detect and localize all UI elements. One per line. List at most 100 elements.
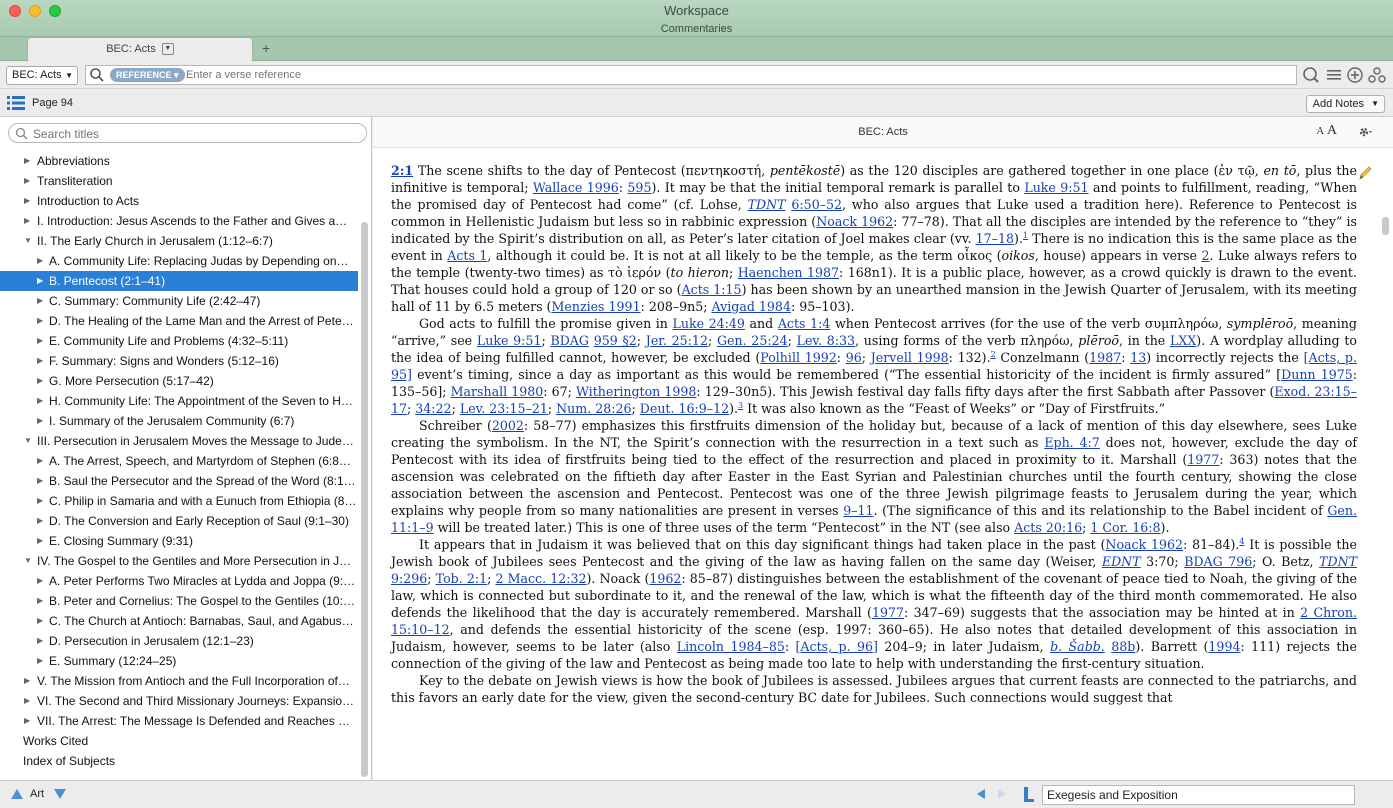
- toc-item[interactable]: Index of Subjects: [0, 751, 358, 771]
- content-scrollbar[interactable]: [1382, 217, 1389, 235]
- disclosure-closed-icon[interactable]: ▶: [37, 611, 47, 631]
- add-notes-button[interactable]: Add Notes ▼: [1305, 95, 1385, 113]
- toc-item[interactable]: ▶ I. Introduction: Jesus Ascends to the F…: [0, 211, 358, 231]
- toc-item[interactable]: ▼ III. Persecution in Jerusalem Moves the…: [0, 431, 358, 451]
- toc-item[interactable]: ▶ E. Community Life and Problems (4:32–5:…: [0, 331, 358, 351]
- reference-link[interactable]: Luke 9:51: [1024, 180, 1088, 195]
- disclosure-closed-icon[interactable]: ▶: [37, 591, 47, 611]
- back-arrow-icon[interactable]: [975, 788, 987, 800]
- reference-link[interactable]: BDAG 796: [1184, 554, 1252, 569]
- title-search-input[interactable]: [33, 126, 353, 141]
- list-icon[interactable]: [1325, 66, 1343, 84]
- disclosure-closed-icon[interactable]: ▶: [37, 331, 47, 351]
- reference-link[interactable]: Witherington 1998: [576, 384, 696, 399]
- reference-link[interactable]: Noack 1962: [1105, 537, 1183, 552]
- reference-link[interactable]: Gen. 25:24: [717, 333, 788, 348]
- font-size-control[interactable]: A A: [1316, 123, 1337, 139]
- toc-item[interactable]: ▶ C. Philip in Samaria and with a Eunuch …: [0, 491, 358, 511]
- reference-link[interactable]: Haenchen 1987: [738, 265, 839, 280]
- reference-link[interactable]: 34:22: [415, 401, 451, 416]
- toc-item[interactable]: ▶ A. The Arrest, Speech, and Martyrdom of…: [0, 451, 358, 471]
- reference-link[interactable]: Lincoln 1984–85: [677, 639, 785, 654]
- reference-link[interactable]: 2 Macc. 12:32: [495, 571, 586, 586]
- reference-search-field[interactable]: REFERENCE ▾: [85, 65, 1297, 85]
- reference-link[interactable]: 96: [846, 350, 862, 365]
- disclosure-closed-icon[interactable]: ▶: [24, 171, 34, 191]
- toc-item[interactable]: ▶ B. Pentecost (2:1–41): [0, 271, 358, 291]
- reference-input[interactable]: [186, 67, 1286, 83]
- disclosure-open-icon[interactable]: ▼: [24, 551, 34, 571]
- triangle-up-icon[interactable]: [10, 788, 24, 800]
- disclosure-closed-icon[interactable]: ▶: [37, 571, 47, 591]
- search-icon[interactable]: [89, 67, 105, 83]
- disclosure-closed-icon[interactable]: ▶: [24, 151, 34, 171]
- reference-link[interactable]: Marshall 1980: [451, 384, 544, 399]
- disclosure-closed-icon[interactable]: ▶: [37, 411, 47, 431]
- toc-item[interactable]: ▶ A. Peter Performs Two Miracles at Lydda…: [0, 571, 358, 591]
- section-navigation-field[interactable]: Exegesis and Exposition: [1042, 785, 1355, 805]
- toc-item[interactable]: ▶ B. Saul the Persecutor and the Spread o…: [0, 471, 358, 491]
- reference-link[interactable]: [Acts, p. 96]: [796, 639, 878, 654]
- toc-item[interactable]: ▶ C. The Church at Antioch: Barnabas, Sau…: [0, 611, 358, 631]
- disclosure-closed-icon[interactable]: ▶: [37, 471, 47, 491]
- font-smaller-button[interactable]: A: [1316, 125, 1324, 137]
- verse-reference-link[interactable]: 2:1: [391, 163, 413, 178]
- reference-link[interactable]: Acts 1:4: [778, 316, 831, 331]
- reference-link[interactable]: b. Šabb.: [1050, 639, 1105, 654]
- toc-item[interactable]: ▶ G. More Persecution (5:17–42): [0, 371, 358, 391]
- reference-link[interactable]: 1962: [649, 571, 681, 586]
- reference-link[interactable]: Luke 9:51: [477, 333, 542, 348]
- reference-link[interactable]: Jervell 1998: [871, 350, 949, 365]
- reference-type-pill[interactable]: REFERENCE ▾: [110, 68, 185, 82]
- reference-link[interactable]: 9:296: [391, 571, 427, 586]
- reference-link[interactable]: Acts 20:16: [1014, 520, 1082, 535]
- reference-link[interactable]: Dunn 1975: [1281, 367, 1353, 382]
- reference-link[interactable]: 2002: [492, 418, 524, 433]
- disclosure-closed-icon[interactable]: ▶: [24, 211, 34, 231]
- reference-link[interactable]: EDNT: [1102, 554, 1141, 569]
- toc-item[interactable]: ▶ VI. The Second and Third Missionary Jou…: [0, 691, 358, 711]
- toc-item[interactable]: ▶ H. Community Life: The Appointment of t…: [0, 391, 358, 411]
- toc-item[interactable]: ▶ VII. The Arrest: The Message Is Defende…: [0, 711, 358, 731]
- disclosure-open-icon[interactable]: ▼: [24, 431, 34, 451]
- reference-link[interactable]: 17–18: [976, 231, 1014, 246]
- disclosure-closed-icon[interactable]: ▶: [24, 671, 34, 691]
- toc-item[interactable]: ▶ A. Community Life: Replacing Judas by D…: [0, 251, 358, 271]
- disclosure-closed-icon[interactable]: ▶: [37, 651, 47, 671]
- toc-item[interactable]: ▶ Transliteration: [0, 171, 358, 191]
- disclosure-closed-icon[interactable]: ▶: [37, 491, 47, 511]
- toc-item[interactable]: ▶ B. Peter and Cornelius: The Gospel to t…: [0, 591, 358, 611]
- table-of-contents-icon[interactable]: [7, 96, 25, 110]
- reference-link[interactable]: 1 Cor. 16:8: [1090, 520, 1160, 535]
- pencil-icon[interactable]: [1357, 165, 1373, 181]
- disclosure-closed-icon[interactable]: ▶: [37, 311, 47, 331]
- reference-link[interactable]: 1977: [872, 605, 904, 620]
- disclosure-closed-icon[interactable]: ▶: [37, 631, 47, 651]
- disclosure-closed-icon[interactable]: ▶: [24, 191, 34, 211]
- resource-select[interactable]: BEC: Acts ▼: [6, 66, 78, 85]
- toc-item[interactable]: ▶ Abbreviations: [0, 151, 358, 171]
- reference-link[interactable]: Jer. 25:12: [646, 333, 708, 348]
- reference-link[interactable]: 1994: [1208, 639, 1240, 654]
- toc-item[interactable]: ▶ E. Closing Summary (9:31): [0, 531, 358, 551]
- reference-link[interactable]: Polhill 1992: [760, 350, 837, 365]
- reference-link[interactable]: Eph. 4:7: [1044, 435, 1099, 450]
- reference-link[interactable]: Tob. 2:1: [436, 571, 487, 586]
- reference-link[interactable]: Luke 24:49: [673, 316, 745, 331]
- sidebar-scrollbar[interactable]: [361, 222, 368, 777]
- add-icon[interactable]: [1346, 66, 1364, 84]
- toc-item[interactable]: ▶ E. Summary (12:24–25): [0, 651, 358, 671]
- disclosure-closed-icon[interactable]: ▶: [24, 711, 34, 731]
- toc-item[interactable]: ▶ D. Persecution in Jerusalem (12:1–23): [0, 631, 358, 651]
- tab-bec-acts[interactable]: BEC: Acts ▼: [27, 37, 253, 61]
- toc-item[interactable]: ▼ IV. The Gospel to the Gentiles and More…: [0, 551, 358, 571]
- toc-item[interactable]: ▶ D. The Conversion and Early Reception o…: [0, 511, 358, 531]
- disclosure-closed-icon[interactable]: ▶: [37, 531, 47, 551]
- reference-link[interactable]: 13: [1130, 350, 1146, 365]
- new-tab-plus-icon[interactable]: +: [262, 40, 270, 56]
- disclosure-closed-icon[interactable]: ▶: [37, 251, 47, 271]
- disclosure-closed-icon[interactable]: ▶: [37, 271, 47, 291]
- toc-item[interactable]: ▶ C. Summary: Community Life (2:42–47): [0, 291, 358, 311]
- reference-link[interactable]: 9–11: [843, 503, 873, 518]
- reference-link[interactable]: Avigad 1984: [712, 299, 791, 314]
